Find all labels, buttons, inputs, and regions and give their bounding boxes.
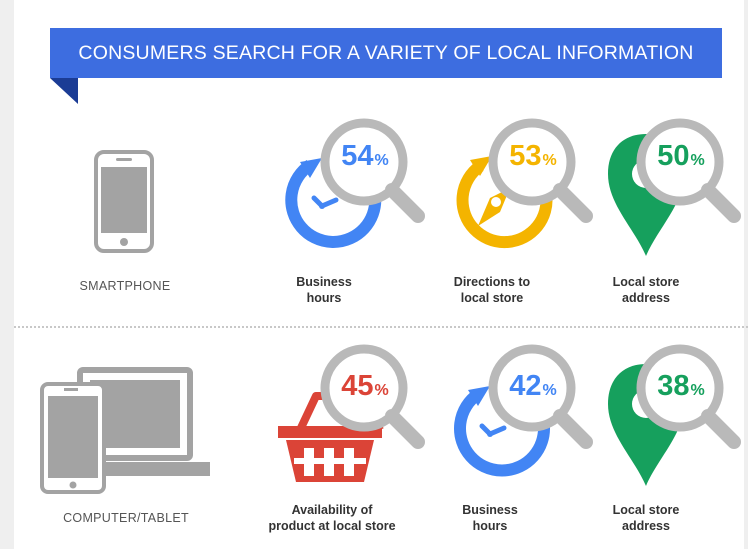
percent-value: 54%: [341, 140, 389, 172]
computer-tablet-icon: [40, 367, 210, 494]
caption-directions: Directions to local store: [453, 275, 531, 305]
left-margin: [0, 0, 14, 549]
percent-value: 53%: [509, 140, 557, 172]
magnifier-icon: [320, 118, 425, 223]
device-label-computer-tablet: COMPUTER/TABLET: [63, 511, 189, 525]
stat-availability-computer: 45%: [270, 344, 430, 494]
percent-value: 42%: [509, 370, 557, 402]
device-label-smartphone: SMARTPHONE: [79, 279, 171, 293]
caption-store-address: Local store address: [612, 503, 680, 533]
caption-availability: Availability of product at local store: [268, 503, 396, 533]
caption-business-hours: Business hours: [296, 275, 352, 305]
percent-value: 50%: [657, 140, 705, 172]
magnifier-icon: [488, 118, 593, 223]
infographic: CONSUMERS SEARCH FOR A VARIETY OF LOCAL …: [0, 0, 748, 549]
title-banner: CONSUMERS SEARCH FOR A VARIETY OF LOCAL …: [50, 28, 722, 78]
page-title: CONSUMERS SEARCH FOR A VARIETY OF LOCAL …: [78, 42, 694, 64]
percent-value: 45%: [341, 370, 389, 402]
smartphone-icon: [94, 150, 154, 253]
stat-business-hours-computer: 42%: [438, 344, 598, 494]
stat-business-hours-smartphone: 54%: [270, 118, 430, 258]
row-divider: [14, 326, 748, 328]
stat-directions-smartphone: 53%: [438, 118, 598, 258]
stat-store-address-smartphone: 50%: [598, 118, 746, 258]
percent-value: 38%: [657, 370, 705, 402]
magnifier-icon: [636, 118, 741, 223]
caption-business-hours: Business hours: [462, 503, 518, 533]
caption-store-address: Local store address: [612, 275, 680, 305]
stat-store-address-computer: 38%: [598, 344, 746, 494]
banner-fold: [50, 78, 78, 104]
